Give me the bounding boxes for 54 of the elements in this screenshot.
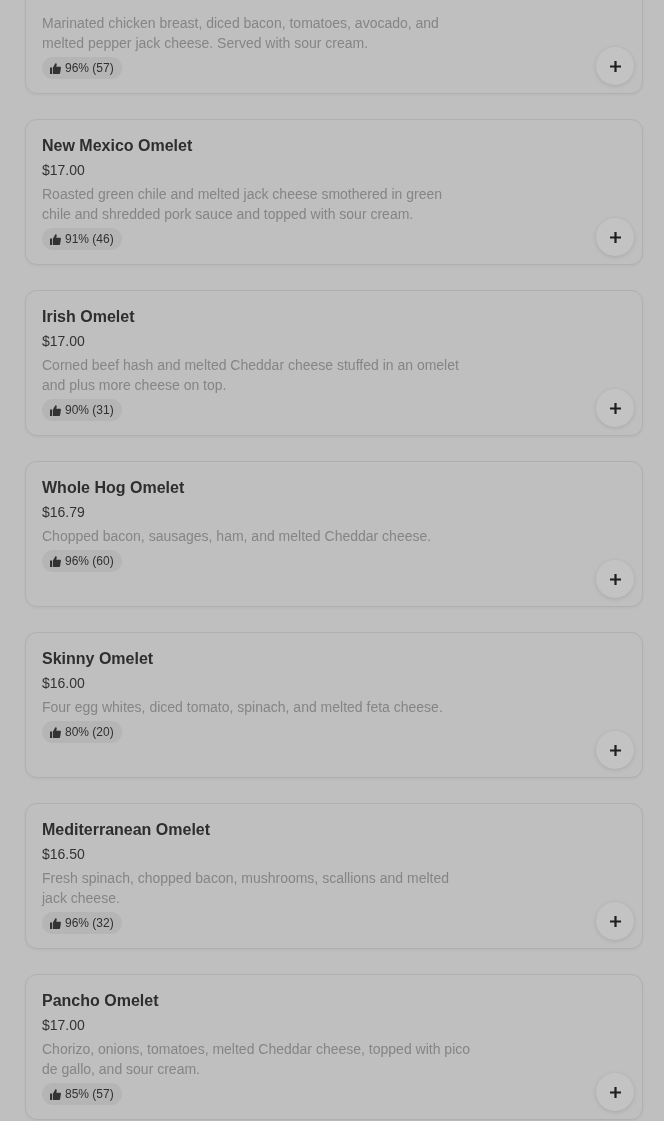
add-button[interactable] (596, 218, 634, 256)
menu-item-card[interactable]: Mediterranean Omelet $16.50 Fresh spinach, chopped bacon, mushrooms, scallions and melted jack cheese. 96% (32) (25, 803, 643, 949)
menu-item-card[interactable]: Marinated chicken breast, diced bacon, tomatoes, avocado, and melted pepper jack cheese. Served with sour cream. 96% (57) (25, 0, 643, 94)
item-price: $17.00 (42, 161, 85, 180)
add-button[interactable] (596, 1073, 634, 1111)
item-price: $16.50 (42, 845, 85, 864)
item-description: Corned beef hash and melted Cheddar cheese stuffed in an omelet and plus more cheese on top. (42, 356, 460, 395)
item-description: Roasted green chile and melted jack cheese smothered in green chile and shredded pork sauce and topped with sour cream. (42, 185, 444, 224)
item-title: Skinny Omelet (42, 650, 154, 667)
item-description: Chorizo, onions, tomatoes, melted Cheddar cheese, topped with pico de gallo, and sour cream. (42, 1040, 472, 1079)
item-title: New Mexico Omelet (42, 137, 193, 154)
plus-icon (609, 231, 621, 243)
menu-item-card[interactable]: Whole Hog Omelet $16.79 Chopped bacon, sausages, ham, and melted Cheddar cheese. 96% (60) (25, 461, 643, 607)
item-description: Fresh spinach, chopped bacon, mushrooms, scallions and melted jack cheese. (42, 869, 450, 908)
add-button[interactable] (596, 902, 634, 940)
item-title: Mediterranean Omelet (42, 821, 211, 838)
thumbs-up-icon (50, 233, 61, 245)
item-price: $17.00 (42, 1016, 85, 1035)
rating-text: 96% (60) (65, 553, 114, 570)
rating-text: 96% (32) (65, 915, 114, 932)
item-price: $16.79 (42, 503, 85, 522)
thumbs-up-icon (50, 555, 61, 567)
item-description: Chopped bacon, sausages, ham, and melted Cheddar cheese. (42, 527, 433, 546)
rating-text: 96% (57) (65, 60, 114, 77)
menu-item-card[interactable]: Skinny Omelet $16.00 Four egg whites, diced tomato, spinach, and melted feta cheese. 80% (20) (25, 632, 643, 778)
menu-item-card[interactable]: Irish Omelet $17.00 Corned beef hash and melted Cheddar cheese stuffed in an omelet and plus more cheese on top. 90% (31) (25, 290, 643, 436)
item-title: Irish Omelet (42, 308, 135, 325)
menu-item-card[interactable]: Pancho Omelet $17.00 Chorizo, onions, tomatoes, melted Cheddar cheese, topped with pico de gallo, and sour cream. 85% (57) (25, 974, 643, 1120)
add-button[interactable] (596, 560, 634, 598)
plus-icon (609, 573, 621, 585)
rating-text: 80% (20) (65, 724, 114, 741)
rating-text: 85% (57) (65, 1086, 114, 1103)
thumbs-up-icon (50, 917, 61, 929)
item-description: Marinated chicken breast, diced bacon, tomatoes, avocado, and melted pepper jack cheese. Served with sour cream. (42, 14, 440, 53)
thumbs-up-icon (50, 404, 61, 416)
plus-icon (609, 402, 621, 414)
rating-text: 90% (31) (65, 402, 114, 419)
item-price: $17.00 (42, 332, 85, 351)
add-button[interactable] (596, 731, 634, 769)
plus-icon (609, 744, 621, 756)
item-description: Four egg whites, diced tomato, spinach, and melted feta cheese. (42, 698, 444, 717)
item-title: Pancho Omelet (42, 992, 159, 1009)
thumbs-up-icon (50, 1088, 61, 1100)
thumbs-up-icon (50, 726, 61, 738)
item-title: Whole Hog Omelet (42, 479, 185, 496)
menu-item-card[interactable]: New Mexico Omelet $17.00 Roasted green chile and melted jack cheese smothered in green chile and shredded pork sauce and topped with sour cream. 91% (46) (25, 119, 643, 265)
plus-icon (609, 1086, 621, 1098)
rating-text: 91% (46) (65, 231, 114, 248)
plus-icon (609, 915, 621, 927)
item-price: $16.00 (42, 674, 85, 693)
add-button[interactable] (596, 389, 634, 427)
add-button[interactable] (596, 47, 634, 85)
thumbs-up-icon (50, 62, 61, 74)
plus-icon (609, 60, 621, 72)
